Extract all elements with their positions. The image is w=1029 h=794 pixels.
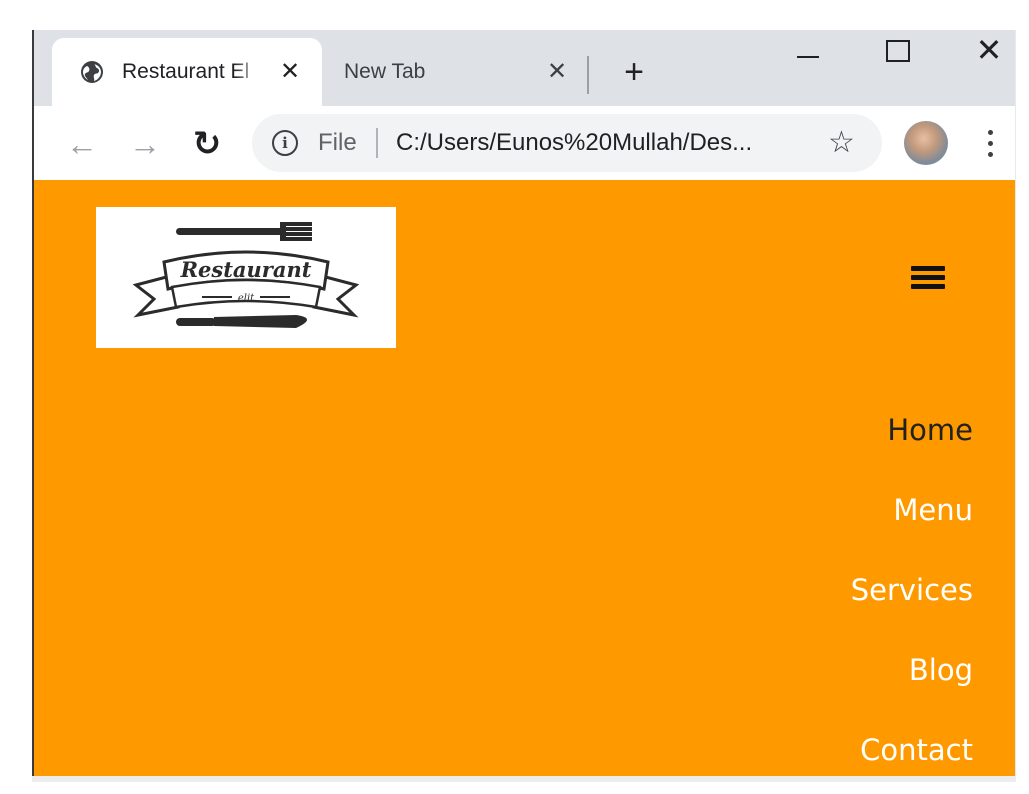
- restaurant-logo[interactable]: Restaurant elit: [96, 207, 396, 348]
- nav-link-home[interactable]: Home: [887, 412, 973, 448]
- logo-subtext: elit: [238, 293, 255, 304]
- maximize-button[interactable]: [886, 40, 910, 62]
- tab-new-tab[interactable]: New Tab: [344, 57, 425, 87]
- info-icon[interactable]: i: [272, 130, 298, 156]
- address-bar[interactable]: i File C:/Users/Eunos%20Mullah/Des... ☆: [252, 114, 882, 172]
- new-tab-button[interactable]: +: [616, 54, 652, 90]
- tab-title: Restaurant El: [122, 60, 250, 83]
- nav-link-menu[interactable]: Menu: [893, 492, 973, 528]
- page-content: Restaurant elit Home Menu Services Blog …: [34, 180, 1015, 776]
- nav-link-services[interactable]: Services: [851, 572, 973, 608]
- logo-text: Restaurant: [180, 257, 312, 282]
- menu-icon[interactable]: [978, 124, 1002, 164]
- tab-divider: [587, 56, 589, 94]
- avatar[interactable]: [904, 121, 948, 165]
- reload-icon[interactable]: ↻: [187, 124, 227, 164]
- tab-restaurant[interactable]: Restaurant El ✕: [52, 38, 322, 106]
- url-text[interactable]: C:/Users/Eunos%20Mullah/Des...: [396, 127, 752, 159]
- globe-icon: [81, 61, 103, 83]
- tab-close-icon[interactable]: ✕: [275, 57, 305, 87]
- nav-link-blog[interactable]: Blog: [909, 652, 973, 688]
- star-icon[interactable]: ☆: [828, 126, 855, 160]
- tab-close-icon[interactable]: ✕: [542, 57, 572, 87]
- browser-window: Restaurant El ✕ New Tab ✕ + ✕ ← → ↻ i Fi…: [32, 30, 1015, 776]
- browser-toolbar: ← → ↻ i File C:/Users/Eunos%20Mullah/Des…: [34, 106, 1015, 180]
- close-window-button[interactable]: ✕: [971, 32, 1007, 68]
- forward-arrow-icon[interactable]: →: [125, 124, 165, 164]
- tab-strip: Restaurant El ✕ New Tab ✕ + ✕: [34, 30, 1015, 106]
- hamburger-menu-icon[interactable]: [908, 262, 948, 294]
- minimize-button[interactable]: [790, 34, 826, 70]
- scheme-label: File: [318, 129, 357, 156]
- logo-graphic: Restaurant elit: [132, 222, 360, 328]
- address-divider: [376, 128, 378, 158]
- back-arrow-icon[interactable]: ←: [62, 124, 102, 164]
- nav-link-contact[interactable]: Contact: [860, 732, 973, 768]
- window-shadow-bottom: [32, 776, 1016, 782]
